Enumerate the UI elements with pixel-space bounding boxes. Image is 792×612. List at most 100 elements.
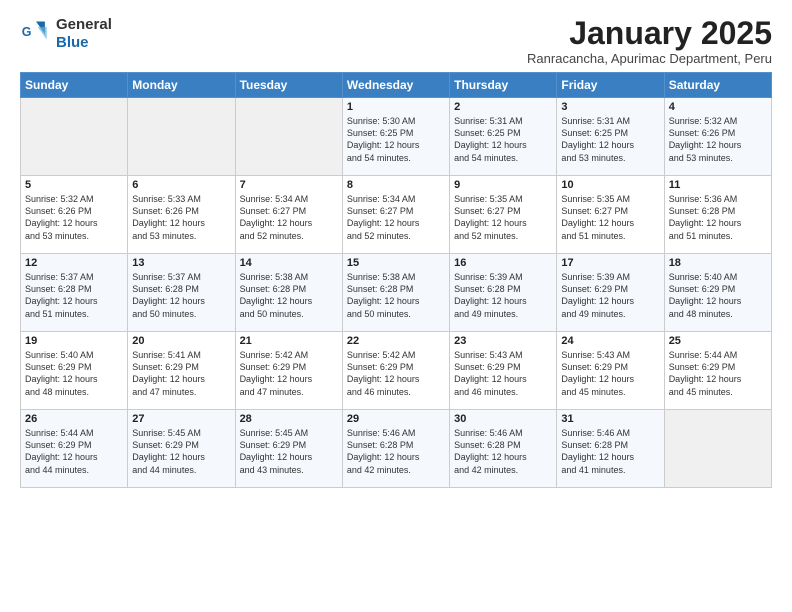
- day-info: Sunrise: 5:44 AM Sunset: 6:29 PM Dayligh…: [25, 427, 123, 476]
- calendar-cell: 29Sunrise: 5:46 AM Sunset: 6:28 PM Dayli…: [342, 410, 449, 488]
- day-info: Sunrise: 5:40 AM Sunset: 6:29 PM Dayligh…: [669, 271, 767, 320]
- day-number: 27: [132, 413, 230, 425]
- calendar-cell: [235, 98, 342, 176]
- col-monday: Monday: [128, 73, 235, 98]
- calendar-cell: 27 Sunrise: 5:45 AM Sunset: 6:29 PM Dayli…: [128, 410, 235, 488]
- calendar-cell: 23 Sunrise: 5:43 AM Sunset: 6:29 PM Dayli…: [450, 332, 557, 410]
- day-number: 19: [25, 335, 123, 347]
- day-number: 13: [132, 257, 230, 269]
- day-info: Sunrise: 5:36 AM Sunset: 6:28 PM Dayligh…: [669, 193, 767, 242]
- logo-icon: G: [20, 18, 52, 50]
- calendar-cell: 19 Sunrise: 5:40 AM Sunset: 6:29 PM Dayli…: [21, 332, 128, 410]
- page: G General Blue January 2025 Ranracancha,…: [0, 0, 792, 612]
- day-number: 21: [240, 335, 338, 347]
- day-info: Sunrise: 5:43 AM Sunset: 6:29 PM Dayligh…: [454, 349, 552, 398]
- day-number: 7: [240, 179, 338, 191]
- day-info: Sunrise: 5:46 AM Sunset: 6:28 PM Dayligh…: [347, 427, 445, 476]
- calendar-cell: 9 Sunrise: 5:35 AM Sunset: 6:27 PM Daylig…: [450, 176, 557, 254]
- day-info: Sunrise: 5:46 AM Sunset: 6:28 PM Dayligh…: [561, 427, 659, 476]
- day-info: Sunrise: 5:31 AM Sunset: 6:25 PM Dayligh…: [454, 115, 552, 164]
- day-number: 17: [561, 257, 659, 269]
- day-number: 9: [454, 179, 552, 191]
- calendar-cell: [128, 98, 235, 176]
- col-thursday: Thursday: [450, 73, 557, 98]
- day-number: 15: [347, 257, 445, 269]
- day-info: Sunrise: 5:35 AM Sunset: 6:27 PM Dayligh…: [454, 193, 552, 242]
- day-number: 23: [454, 335, 552, 347]
- calendar-cell: 26Sunrise: 5:44 AM Sunset: 6:29 PM Dayli…: [21, 410, 128, 488]
- day-info: Sunrise: 5:39 AM Sunset: 6:28 PM Dayligh…: [454, 271, 552, 320]
- calendar-cell: 20Sunrise: 5:41 AM Sunset: 6:29 PM Dayli…: [128, 332, 235, 410]
- logo-text: General Blue: [56, 16, 112, 52]
- week-row-3: 19 Sunrise: 5:40 AM Sunset: 6:29 PM Dayli…: [21, 332, 772, 410]
- day-number: 3: [561, 101, 659, 113]
- header: G General Blue January 2025 Ranracancha,…: [20, 16, 772, 66]
- day-info: Sunrise: 5:37 AM Sunset: 6:28 PM Dayligh…: [132, 271, 230, 320]
- day-number: 5: [25, 179, 123, 191]
- day-number: 12: [25, 257, 123, 269]
- day-info: Sunrise: 5:42 AM Sunset: 6:29 PM Dayligh…: [347, 349, 445, 398]
- day-info: Sunrise: 5:31 AM Sunset: 6:25 PM Dayligh…: [561, 115, 659, 164]
- day-info: Sunrise: 5:38 AM Sunset: 6:28 PM Dayligh…: [347, 271, 445, 320]
- day-info: Sunrise: 5:46 AM Sunset: 6:28 PM Dayligh…: [454, 427, 552, 476]
- day-number: 11: [669, 179, 767, 191]
- calendar-cell: 14Sunrise: 5:38 AM Sunset: 6:28 PM Dayli…: [235, 254, 342, 332]
- day-info: Sunrise: 5:42 AM Sunset: 6:29 PM Dayligh…: [240, 349, 338, 398]
- day-number: 25: [669, 335, 767, 347]
- svg-text:G: G: [22, 25, 32, 39]
- day-number: 20: [132, 335, 230, 347]
- day-info: Sunrise: 5:34 AM Sunset: 6:27 PM Dayligh…: [347, 193, 445, 242]
- calendar-cell: 31Sunrise: 5:46 AM Sunset: 6:28 PM Dayli…: [557, 410, 664, 488]
- calendar-table: Sunday Monday Tuesday Wednesday Thursday…: [20, 72, 772, 488]
- calendar-cell: 25Sunrise: 5:44 AM Sunset: 6:29 PM Dayli…: [664, 332, 771, 410]
- calendar-cell: 22 Sunrise: 5:42 AM Sunset: 6:29 PM Dayli…: [342, 332, 449, 410]
- calendar-cell: 30 Sunrise: 5:46 AM Sunset: 6:28 PM Dayli…: [450, 410, 557, 488]
- calendar-cell: [21, 98, 128, 176]
- calendar-cell: 2 Sunrise: 5:31 AM Sunset: 6:25 PM Daylig…: [450, 98, 557, 176]
- day-number: 24: [561, 335, 659, 347]
- calendar-title: January 2025: [527, 16, 772, 51]
- day-info: Sunrise: 5:45 AM Sunset: 6:29 PM Dayligh…: [132, 427, 230, 476]
- col-saturday: Saturday: [664, 73, 771, 98]
- day-number: 4: [669, 101, 767, 113]
- day-info: Sunrise: 5:39 AM Sunset: 6:29 PM Dayligh…: [561, 271, 659, 320]
- day-number: 16: [454, 257, 552, 269]
- header-row: Sunday Monday Tuesday Wednesday Thursday…: [21, 73, 772, 98]
- calendar-cell: 13 Sunrise: 5:37 AM Sunset: 6:28 PM Dayli…: [128, 254, 235, 332]
- day-number: 8: [347, 179, 445, 191]
- calendar-cell: 21 Sunrise: 5:42 AM Sunset: 6:29 PM Dayli…: [235, 332, 342, 410]
- week-row-1: 5 Sunrise: 5:32 AM Sunset: 6:26 PM Daylig…: [21, 176, 772, 254]
- calendar-cell: 7Sunrise: 5:34 AM Sunset: 6:27 PM Daylig…: [235, 176, 342, 254]
- calendar-cell: 24Sunrise: 5:43 AM Sunset: 6:29 PM Dayli…: [557, 332, 664, 410]
- week-row-4: 26Sunrise: 5:44 AM Sunset: 6:29 PM Dayli…: [21, 410, 772, 488]
- logo: G General Blue: [20, 16, 112, 52]
- day-number: 2: [454, 101, 552, 113]
- calendar-cell: 1Sunrise: 5:30 AM Sunset: 6:25 PM Daylig…: [342, 98, 449, 176]
- calendar-subtitle: Ranracancha, Apurimac Department, Peru: [527, 51, 772, 66]
- calendar-cell: 10Sunrise: 5:35 AM Sunset: 6:27 PM Dayli…: [557, 176, 664, 254]
- title-block: January 2025 Ranracancha, Apurimac Depar…: [527, 16, 772, 66]
- calendar-cell: 5 Sunrise: 5:32 AM Sunset: 6:26 PM Daylig…: [21, 176, 128, 254]
- day-number: 22: [347, 335, 445, 347]
- day-info: Sunrise: 5:32 AM Sunset: 6:26 PM Dayligh…: [669, 115, 767, 164]
- day-info: Sunrise: 5:45 AM Sunset: 6:29 PM Dayligh…: [240, 427, 338, 476]
- calendar-cell: 16 Sunrise: 5:39 AM Sunset: 6:28 PM Dayli…: [450, 254, 557, 332]
- day-info: Sunrise: 5:35 AM Sunset: 6:27 PM Dayligh…: [561, 193, 659, 242]
- day-info: Sunrise: 5:38 AM Sunset: 6:28 PM Dayligh…: [240, 271, 338, 320]
- day-info: Sunrise: 5:40 AM Sunset: 6:29 PM Dayligh…: [25, 349, 123, 398]
- day-number: 28: [240, 413, 338, 425]
- calendar-cell: 28 Sunrise: 5:45 AM Sunset: 6:29 PM Dayli…: [235, 410, 342, 488]
- calendar-cell: 11 Sunrise: 5:36 AM Sunset: 6:28 PM Dayli…: [664, 176, 771, 254]
- day-number: 30: [454, 413, 552, 425]
- calendar-cell: 4 Sunrise: 5:32 AM Sunset: 6:26 PM Daylig…: [664, 98, 771, 176]
- calendar-cell: 8 Sunrise: 5:34 AM Sunset: 6:27 PM Daylig…: [342, 176, 449, 254]
- calendar-body: 1Sunrise: 5:30 AM Sunset: 6:25 PM Daylig…: [21, 98, 772, 488]
- day-number: 1: [347, 101, 445, 113]
- calendar-cell: 3 Sunrise: 5:31 AM Sunset: 6:25 PM Daylig…: [557, 98, 664, 176]
- day-info: Sunrise: 5:32 AM Sunset: 6:26 PM Dayligh…: [25, 193, 123, 242]
- calendar-cell: 18Sunrise: 5:40 AM Sunset: 6:29 PM Dayli…: [664, 254, 771, 332]
- calendar-cell: 15 Sunrise: 5:38 AM Sunset: 6:28 PM Dayli…: [342, 254, 449, 332]
- calendar-cell: 12Sunrise: 5:37 AM Sunset: 6:28 PM Dayli…: [21, 254, 128, 332]
- week-row-0: 1Sunrise: 5:30 AM Sunset: 6:25 PM Daylig…: [21, 98, 772, 176]
- col-friday: Friday: [557, 73, 664, 98]
